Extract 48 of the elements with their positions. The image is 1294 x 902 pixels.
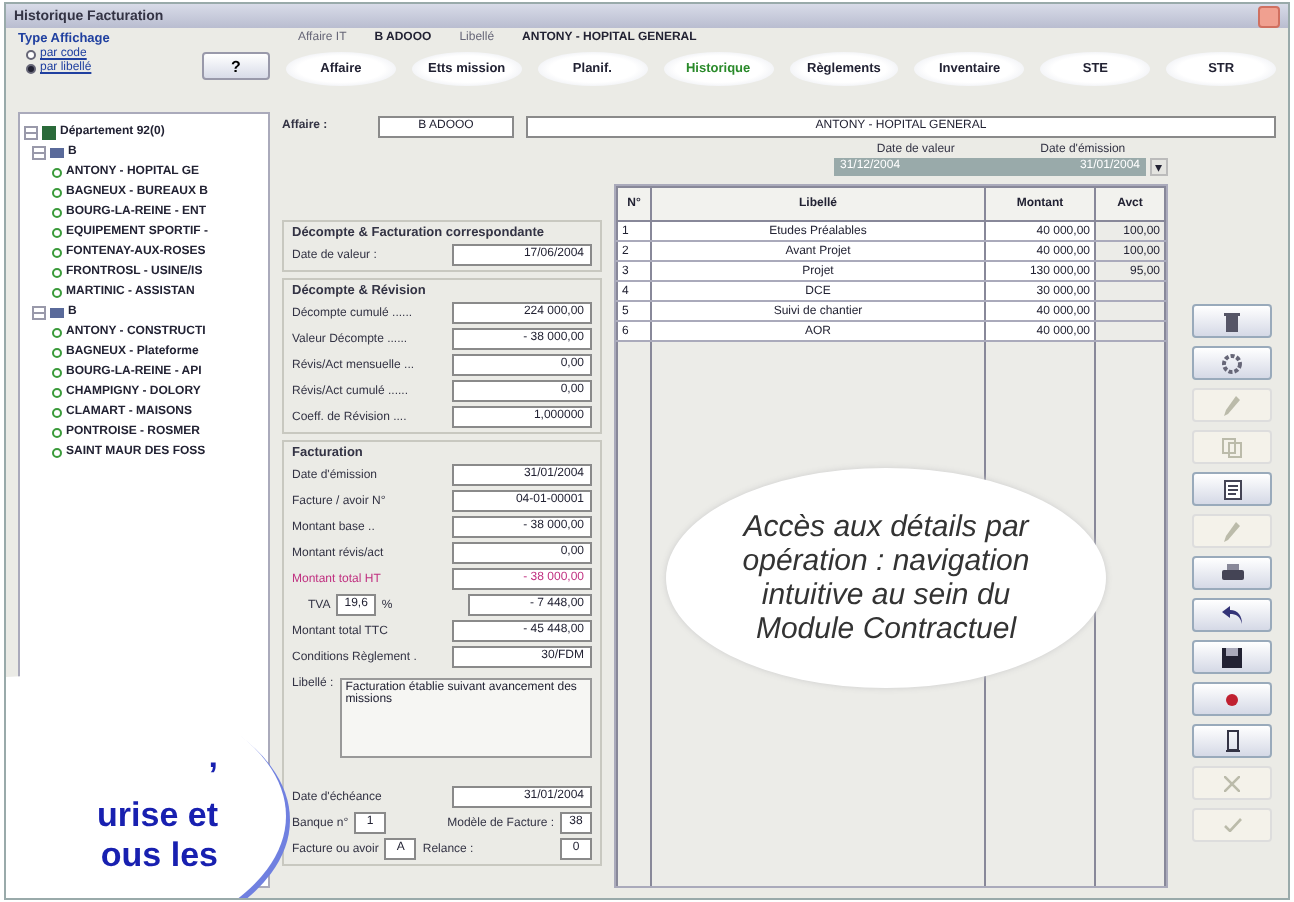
check-icon bbox=[1223, 818, 1241, 832]
help-button[interactable]: ? bbox=[202, 52, 270, 80]
close-button[interactable] bbox=[1258, 5, 1280, 27]
circle-icon bbox=[52, 167, 62, 177]
circle-icon bbox=[52, 267, 62, 277]
printer-icon bbox=[1221, 564, 1243, 582]
circle-icon bbox=[52, 207, 62, 217]
pen-icon bbox=[1224, 395, 1240, 415]
document-icon bbox=[1223, 479, 1241, 499]
expand-toggle[interactable] bbox=[32, 305, 46, 319]
callout-text: ous les bbox=[100, 836, 218, 876]
toolbar-button[interactable] bbox=[1192, 598, 1272, 632]
circle-icon bbox=[52, 287, 62, 297]
pen-icon bbox=[1224, 521, 1240, 541]
toolbar-button[interactable] bbox=[1192, 472, 1272, 506]
gear-icon bbox=[1222, 353, 1242, 373]
dot-icon bbox=[1226, 693, 1238, 705]
group-icon bbox=[50, 307, 64, 317]
circle-icon bbox=[52, 427, 62, 437]
circle-icon bbox=[52, 407, 62, 417]
save-icon bbox=[1222, 647, 1242, 667]
toolbar-button[interactable] bbox=[1192, 682, 1272, 716]
circle-icon bbox=[52, 187, 62, 197]
trash-icon bbox=[1224, 311, 1240, 331]
cross-icon bbox=[1224, 775, 1240, 791]
copy-icon bbox=[1222, 437, 1242, 457]
toolbar-button[interactable] bbox=[1192, 556, 1272, 590]
undo-icon bbox=[1221, 606, 1243, 624]
circle-icon bbox=[52, 347, 62, 357]
toolbar-button[interactable] bbox=[1192, 640, 1272, 674]
toolbar-button[interactable] bbox=[1192, 724, 1272, 758]
callout-text: urise et bbox=[97, 796, 218, 836]
door-icon bbox=[1225, 730, 1239, 752]
circle-icon bbox=[52, 327, 62, 337]
group-icon bbox=[50, 147, 64, 157]
expand-toggle[interactable] bbox=[24, 125, 38, 139]
circle-icon bbox=[52, 367, 62, 377]
toolbar-button[interactable] bbox=[1192, 304, 1272, 338]
table-cell bbox=[1095, 281, 1165, 301]
circle-icon bbox=[52, 447, 62, 457]
table-cell bbox=[1095, 301, 1165, 321]
expand-toggle[interactable] bbox=[32, 145, 46, 159]
circle-icon bbox=[52, 247, 62, 257]
circle-icon bbox=[52, 227, 62, 237]
callout-text: ’ bbox=[208, 756, 218, 796]
callout-text: Accès aux détails par opération : navigation intuitive au sein du Module Contractuel bbox=[740, 510, 1032, 646]
folder-icon bbox=[42, 125, 56, 139]
circle-icon bbox=[52, 387, 62, 397]
